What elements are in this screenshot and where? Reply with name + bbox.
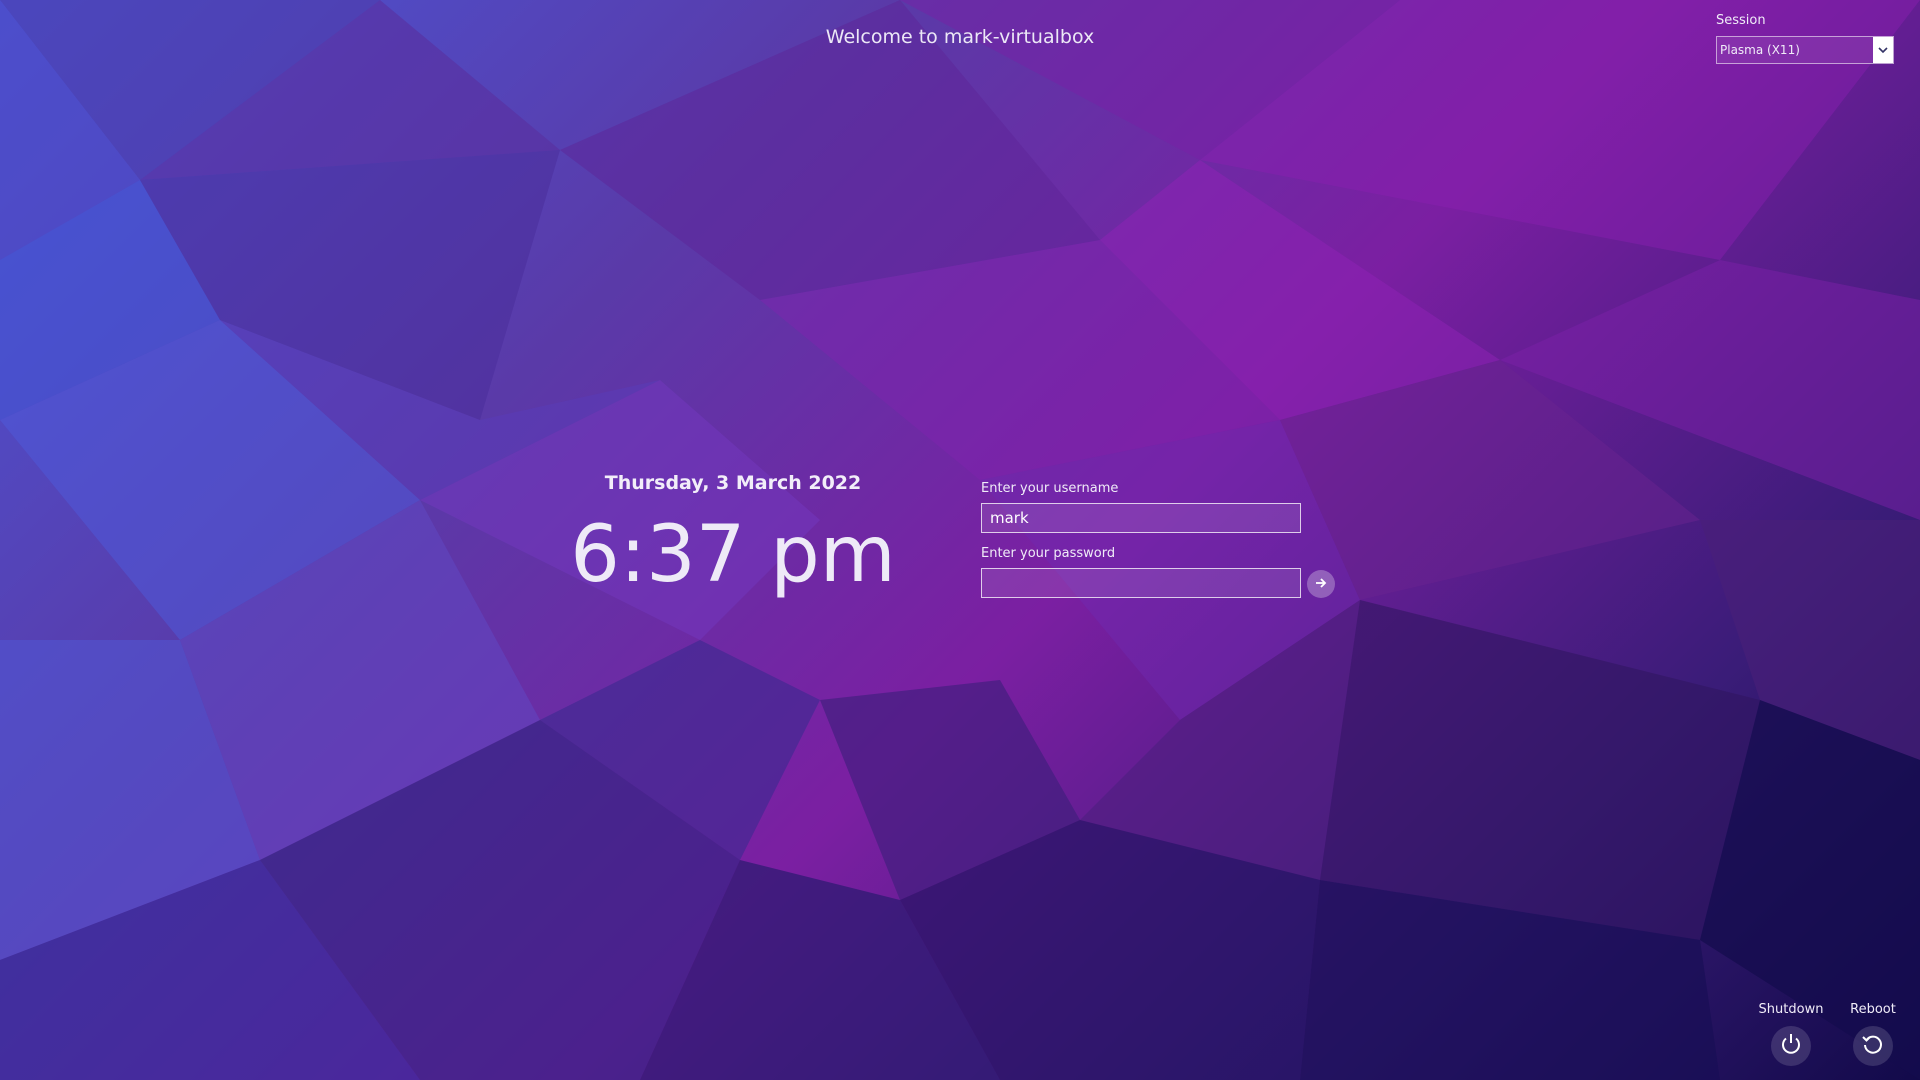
reboot-icon <box>1860 1031 1886 1061</box>
login-submit-button[interactable] <box>1307 570 1335 598</box>
power-icon <box>1778 1031 1804 1061</box>
reboot-button[interactable] <box>1853 1026 1893 1066</box>
reboot-control: Reboot <box>1828 1002 1918 1066</box>
shutdown-label: Shutdown <box>1758 1002 1824 1017</box>
session-select[interactable]: Plasma (X11) <box>1716 36 1894 64</box>
username-label: Enter your username <box>981 481 1119 496</box>
reboot-label: Reboot <box>1850 1002 1896 1017</box>
shutdown-button[interactable] <box>1771 1026 1811 1066</box>
shutdown-control: Shutdown <box>1746 1002 1836 1066</box>
password-field[interactable] <box>981 568 1301 598</box>
arrow-right-icon <box>1314 575 1328 594</box>
password-label: Enter your password <box>981 546 1116 561</box>
session-label: Session <box>1716 13 1766 28</box>
username-field[interactable] <box>981 503 1301 533</box>
login-screen: Welcome to mark-virtualbox Session Plasm… <box>0 0 1920 1080</box>
welcome-message: Welcome to mark-virtualbox <box>825 26 1095 48</box>
chevron-down-icon[interactable] <box>1873 37 1893 63</box>
clock-date: Thursday, 3 March 2022 <box>604 472 862 494</box>
polygon-wallpaper <box>0 0 1920 1080</box>
clock-time: 6:37 pm <box>570 510 896 600</box>
session-selected-value: Plasma (X11) <box>1720 43 1800 57</box>
